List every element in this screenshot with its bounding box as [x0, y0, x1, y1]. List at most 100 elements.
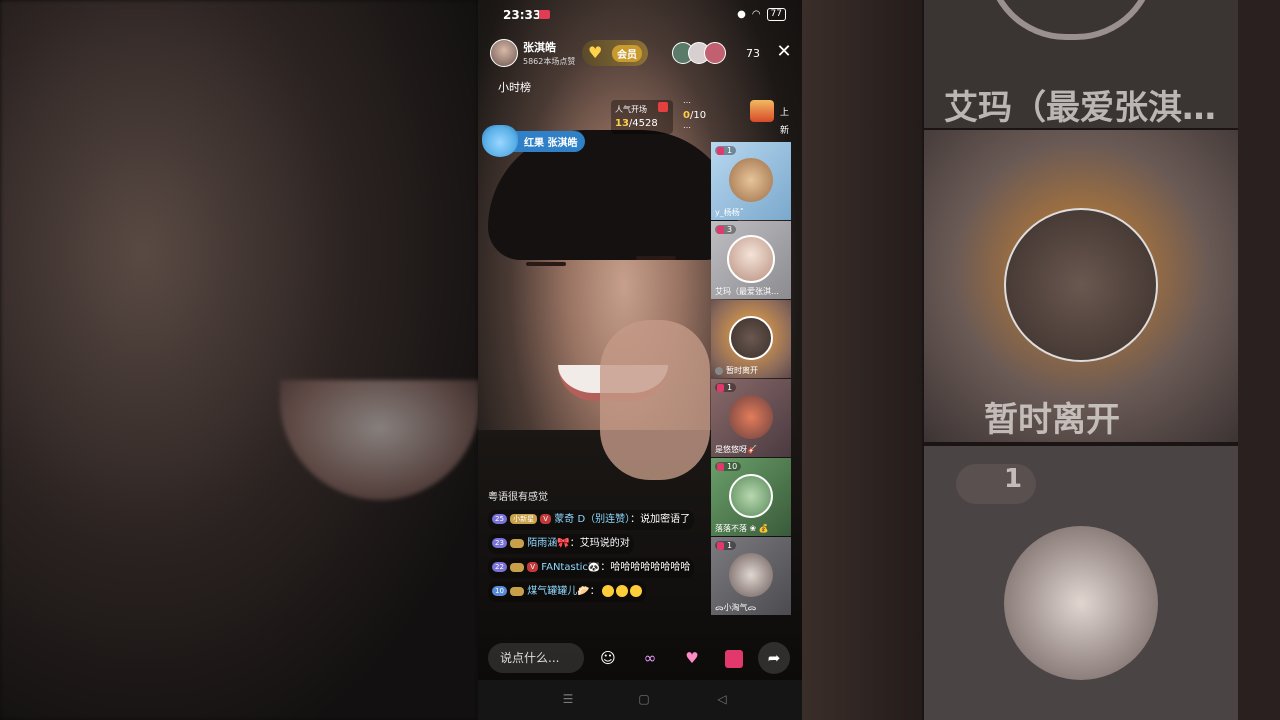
guest-level: 1: [715, 383, 737, 392]
guest-tile[interactable]: 3 艾玛（最爱张淇…: [711, 221, 791, 299]
share-icon[interactable]: ➦: [758, 642, 790, 674]
chat-text: 艾玛说的对: [579, 538, 630, 549]
guest-name: 是悠悠呀🎸: [715, 445, 757, 454]
laugh-emoji-icon: [601, 585, 614, 597]
host-avatar[interactable]: [490, 39, 518, 67]
home-icon[interactable]: ▢: [636, 692, 652, 706]
new-tag[interactable]: 上新: [780, 104, 792, 140]
chat-message: 23 陌雨涵🎀：艾玛说的对: [488, 534, 634, 554]
heart-gift-icon[interactable]: ♥: [676, 642, 708, 674]
chat-feed: 粤语很有感觉 25 小新星 V 蒙奇 D（别连赞）：说加密语了 23 陌雨涵🎀：…: [488, 488, 708, 606]
guest-avatar: [729, 395, 773, 439]
back-icon[interactable]: ◁: [714, 692, 730, 706]
fan-badge-icon: [510, 586, 525, 596]
guest-level: 1: [715, 541, 737, 550]
chat-username[interactable]: 煤气罐罐儿🥟: [527, 586, 589, 597]
fox-icon: [482, 125, 518, 157]
chat-username[interactable]: 陌雨涵🎀: [527, 538, 569, 549]
user-level-badge: 25: [492, 514, 507, 524]
fan-badge-icon: [510, 562, 525, 572]
user-level-badge: 22: [492, 562, 507, 572]
popularity-total: /4528: [628, 118, 658, 129]
level-icon: [717, 146, 724, 155]
link-icon[interactable]: ∞: [634, 642, 666, 674]
red-packet-icon[interactable]: [658, 102, 668, 112]
guest-avatar: [729, 553, 773, 597]
fan-club-label: 红果 张淇皓: [510, 130, 586, 152]
system-nav-bar: ☰ ▢ ◁: [478, 680, 802, 720]
laugh-emoji-icon: [629, 585, 642, 597]
vip-label: 会员: [612, 44, 642, 62]
user-level-badge: 23: [492, 538, 507, 548]
video-eye-right: [636, 256, 676, 260]
task-line1: …: [683, 96, 691, 105]
chat-username[interactable]: 蒙奇 D（别连赞）: [554, 514, 630, 525]
mic-off-icon: [715, 366, 723, 375]
level-icon: [717, 462, 724, 471]
v-badge: V: [540, 514, 552, 524]
wifi-icon: ◠: [751, 9, 761, 20]
gift-box-icon[interactable]: [750, 100, 774, 122]
hourly-rank-button[interactable]: 小时榜: [498, 79, 531, 95]
viewer-avatar[interactable]: [704, 42, 726, 64]
fan-badge-icon: [510, 538, 525, 548]
backdrop-right: 艾玛（最爱张淇… 暂时离开 1: [802, 0, 1280, 720]
backdrop-avatar-3: [1004, 526, 1158, 680]
viewer-avatars[interactable]: [672, 42, 726, 64]
guest-tile[interactable]: 1 y_杨杨˚: [711, 142, 791, 220]
guest-avatar: [729, 474, 773, 518]
host-likes: 5862本场点赞: [523, 57, 576, 66]
popularity-current: 13: [615, 118, 629, 129]
backdrop-level: 1: [1004, 464, 1023, 494]
guest-name: ᯅ小淘气ᯅ: [715, 603, 757, 612]
battery-icon: 77: [766, 8, 786, 21]
smile-icon[interactable]: ☺: [592, 642, 624, 674]
fan-club-badge[interactable]: 红果 张淇皓: [482, 124, 586, 158]
fan-rank-badge: 小新星: [510, 514, 538, 524]
level-icon: [717, 383, 724, 392]
backdrop-avatar-2: [1004, 208, 1158, 362]
video-eye-left: [526, 262, 566, 266]
chat-message: 25 小新星 V 蒙奇 D（别连赞）：说加密语了: [488, 510, 695, 530]
task-widget[interactable]: … 0/10 …: [683, 96, 743, 136]
chat-text: 说加密语了: [640, 514, 691, 525]
comment-input[interactable]: [488, 643, 584, 673]
v-badge: V: [527, 562, 539, 572]
host-name: 张淇皓: [523, 41, 556, 54]
backdrop-left: [0, 0, 480, 720]
record-icon: [539, 10, 550, 19]
screen: 艾玛（最爱张淇… 暂时离开 1 23:33 ● ◠ 77 张淇皓 5862本场点…: [0, 0, 1280, 720]
backdrop-name-2: 暂时离开: [984, 400, 1120, 440]
host-info[interactable]: 张淇皓 5862本场点赞: [490, 38, 575, 68]
vip-button[interactable]: ♥ 会员: [582, 40, 648, 66]
guest-avatar: [729, 158, 773, 202]
level-icon: [717, 541, 724, 550]
chat-username[interactable]: FANtastic🐼: [541, 562, 600, 573]
phone-screen: 23:33 ● ◠ 77 张淇皓 5862本场点赞 ♥ 会员 73 ✕ 小时榜 …: [478, 0, 802, 720]
backdrop-panel-2: 暂时离开: [924, 130, 1238, 442]
menu-icon[interactable]: ☰: [560, 692, 576, 706]
bottom-bar: ☺ ∞ ♥ ➦: [478, 640, 802, 680]
chat-message: 10 煤气罐罐儿🥟：: [488, 582, 646, 602]
guest-level: 10: [715, 462, 742, 471]
guest-tile[interactable]: 暂时离开: [711, 300, 791, 378]
guest-name: 暂时离开: [715, 365, 789, 376]
chat-system-message: 粤语很有感觉: [488, 492, 548, 503]
chat-text: 哈哈哈哈哈哈哈哈: [610, 562, 691, 573]
video-hand: [600, 320, 710, 480]
guest-tile[interactable]: 1 ᯅ小淘气ᯅ: [711, 537, 791, 615]
gift-box-icon[interactable]: [718, 642, 750, 674]
backdrop-name-1: 艾玛（最爱张淇…: [944, 88, 1216, 128]
close-icon[interactable]: ✕: [774, 42, 794, 62]
viewer-count[interactable]: 73: [746, 47, 760, 60]
guest-tile[interactable]: 10 落落不落 ❀ 💰: [711, 458, 791, 536]
guest-name: 落落不落 ❀ 💰: [715, 524, 769, 533]
guest-name: y_杨杨˚: [715, 208, 744, 217]
level-icon: [717, 225, 724, 234]
task-total: /10: [689, 110, 707, 121]
status-time: 23:33: [503, 8, 542, 22]
user-level-badge: 10: [492, 586, 507, 596]
guest-tile[interactable]: 1 是悠悠呀🎸: [711, 379, 791, 457]
guest-name: 艾玛（最爱张淇…: [715, 287, 779, 296]
guest-avatar: [727, 235, 775, 283]
